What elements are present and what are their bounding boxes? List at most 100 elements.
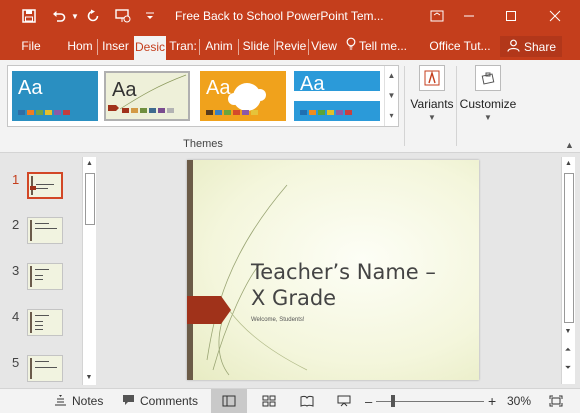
slide-editor: Teacher’s Name – X Grade Welcome, Studen… — [100, 153, 575, 388]
slide-thumbnail-2[interactable] — [27, 217, 63, 244]
tab-view[interactable]: View — [309, 33, 339, 60]
variants-icon — [419, 65, 445, 91]
normal-view-icon[interactable] — [211, 389, 247, 413]
theme-leaf-decoration — [108, 74, 187, 111]
scrollbar-thumb[interactable] — [85, 173, 95, 225]
slide-title[interactable]: Teacher’s Name – X Grade — [251, 259, 436, 311]
zoom-out-button[interactable]: – — [365, 389, 372, 413]
tab-design[interactable]: Desic — [134, 36, 166, 60]
theme-sample-text: Aa — [300, 73, 325, 95]
variants-button[interactable]: Variants ▼ — [407, 65, 457, 127]
redo-icon[interactable] — [82, 6, 104, 26]
slide-number: 4 — [12, 309, 20, 324]
theme-color-swatches — [122, 108, 174, 113]
gallery-scroll: ▲ ▼ ▾ — [384, 66, 398, 126]
comments-button[interactable]: Comments — [122, 389, 198, 413]
editor-scrollbar[interactable]: ▲ ▼ ⏶ ⏷ — [561, 157, 575, 384]
slide-sorter-icon[interactable] — [261, 389, 277, 413]
slide-title-line-1: Teacher’s Name – — [251, 260, 436, 284]
close-icon[interactable] — [538, 4, 572, 28]
theme-thumbnail-selected[interactable]: Aa — [104, 71, 190, 121]
minimize-icon[interactable] — [452, 4, 486, 28]
share-label: Share — [524, 39, 557, 54]
theme-thumbnail[interactable]: Aa — [12, 71, 98, 121]
status-bar: Notes Comments – + 30% — [0, 388, 580, 413]
slide-number: 3 — [12, 263, 20, 278]
tab-office-tutorials[interactable]: Office Tut... — [426, 33, 494, 60]
present-from-start-icon[interactable] — [112, 6, 134, 26]
slide-thumbnail-4[interactable] — [27, 309, 63, 336]
reading-view-icon[interactable] — [299, 389, 315, 413]
undo-icon[interactable] — [48, 6, 70, 26]
customize-quick-access-icon[interactable] — [142, 6, 158, 26]
floppy-disk-icon[interactable] — [18, 6, 40, 26]
tell-me-label: Tell me... — [359, 39, 408, 53]
scroll-up-icon[interactable]: ▲ — [562, 157, 575, 171]
tab-animations[interactable]: Anim — [201, 33, 237, 60]
thumbnail-scrollbar[interactable]: ▲ ▼ — [82, 157, 96, 385]
tab-insert[interactable]: Inser — [99, 33, 132, 60]
tab-transitions[interactable]: Tran: — [168, 33, 198, 60]
tab-file[interactable]: File — [14, 33, 48, 60]
slide-thumbnail-5[interactable] — [27, 355, 63, 382]
variants-label: Variants — [410, 97, 454, 111]
scroll-down-icon[interactable]: ▼ — [562, 325, 574, 339]
fit-slide-icon[interactable] — [548, 389, 564, 413]
slide-number: 5 — [12, 355, 20, 370]
chevron-down-icon[interactable]: ▼ — [70, 6, 80, 26]
scroll-down-icon[interactable]: ▼ — [83, 371, 95, 385]
slide-thumbnail-3[interactable] — [27, 263, 63, 290]
theme-sample-text: Aa — [206, 77, 231, 99]
tab-review[interactable]: Revie — [275, 33, 307, 60]
document-title: Free Back to School PowerPoint Tem... — [175, 9, 384, 23]
group-divider — [404, 66, 405, 146]
notes-icon — [54, 394, 67, 409]
slide-thumbnail-1[interactable] — [27, 172, 63, 199]
slide-thumbnail-pane: 1 2 3 4 5 ▲ ▼ — [0, 153, 98, 388]
maximize-icon[interactable] — [494, 4, 528, 28]
collapse-ribbon-icon[interactable]: ▲ — [565, 140, 574, 150]
scrollbar-thumb[interactable] — [564, 173, 574, 323]
scroll-up-icon[interactable]: ▲ — [385, 66, 398, 86]
scroll-down-icon[interactable]: ▼ — [385, 86, 398, 106]
title-bar: ▼ Free Back to School PowerPoint Tem... — [0, 0, 580, 33]
next-slide-icon[interactable]: ⏷ — [562, 361, 574, 375]
group-divider — [456, 66, 457, 146]
zoom-level[interactable]: 30% — [507, 389, 531, 413]
slideshow-icon[interactable] — [336, 389, 352, 413]
theme-color-swatches — [206, 110, 258, 115]
customize-icon — [475, 65, 501, 91]
lightbulb-icon — [346, 33, 356, 60]
tab-home[interactable]: Hom — [64, 33, 96, 60]
previous-slide-icon[interactable]: ⏶ — [562, 343, 574, 357]
themes-group-label: Themes — [183, 138, 223, 150]
share-button[interactable]: Share — [500, 36, 562, 57]
slide-subtitle[interactable]: Welcome, Students! — [251, 317, 305, 323]
more-icon[interactable]: ▾ — [385, 106, 398, 126]
comment-icon — [122, 394, 135, 409]
tab-slide-show[interactable]: Slide — [239, 33, 273, 60]
notes-label: Notes — [72, 394, 104, 408]
theme-thumbnail[interactable]: Aa — [294, 71, 380, 121]
chevron-down-icon: ▼ — [428, 113, 436, 122]
chevron-down-icon: ▼ — [484, 113, 492, 122]
scroll-up-icon[interactable]: ▲ — [83, 157, 96, 171]
notes-button[interactable]: Notes — [54, 389, 103, 413]
ribbon-tabs: File Hom Inser Desic Tran: Anim Slide Re… — [0, 33, 580, 60]
slide-title-line-2: X Grade — [251, 286, 337, 310]
zoom-in-button[interactable]: + — [488, 389, 496, 413]
theme-thumbnail[interactable]: Aa — [200, 71, 286, 121]
ribbon: Aa Aa Aa Aa ▲ ▼ ▾ Themes Variants ▼ Cust… — [0, 60, 580, 153]
slide-number: 1 — [12, 172, 20, 187]
tab-divider — [97, 39, 98, 55]
themes-gallery: Aa Aa Aa Aa ▲ ▼ ▾ — [7, 65, 399, 127]
theme-color-swatches — [18, 110, 70, 115]
theme-color-swatches — [300, 110, 352, 115]
zoom-slider-handle[interactable] — [391, 395, 395, 407]
tell-me-box[interactable]: Tell me... — [346, 33, 420, 60]
ribbon-display-options-icon[interactable] — [420, 4, 454, 28]
slide-canvas[interactable]: Teacher’s Name – X Grade Welcome, Studen… — [187, 160, 479, 380]
customize-button[interactable]: Customize ▼ — [459, 65, 517, 127]
comments-label: Comments — [140, 394, 199, 408]
person-icon — [507, 39, 520, 55]
